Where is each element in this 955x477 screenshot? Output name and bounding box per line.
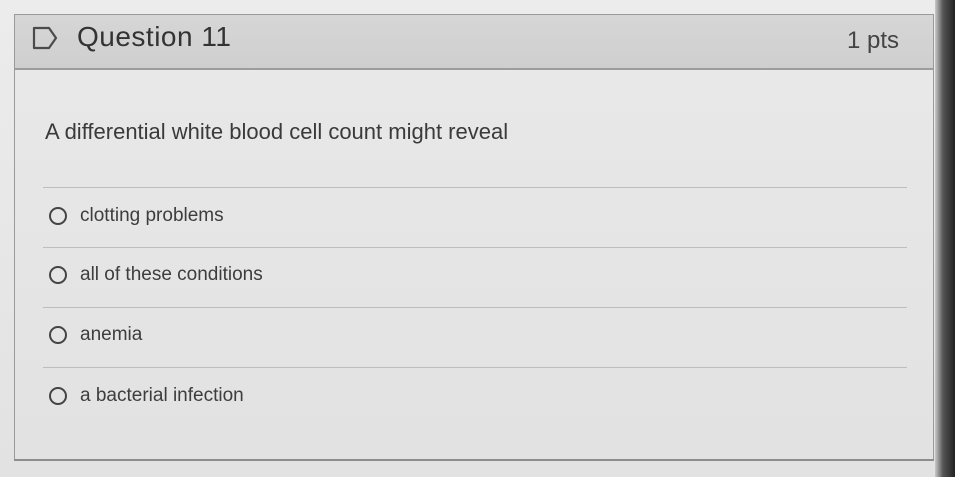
answer-option[interactable]: a bacterial infection — [49, 385, 244, 407]
monitor-edge — [935, 0, 955, 477]
flag-icon[interactable] — [31, 25, 59, 51]
radio-unselected-icon[interactable] — [49, 387, 67, 405]
answer-label: clotting problems — [80, 205, 224, 226]
answer-option[interactable]: anemia — [49, 324, 142, 346]
radio-unselected-icon[interactable] — [49, 207, 67, 225]
divider — [43, 247, 907, 248]
radio-unselected-icon[interactable] — [49, 266, 67, 284]
answer-label: all of these conditions — [80, 264, 263, 285]
question-card: Question 11 1 pts A differential white b… — [14, 14, 934, 460]
divider — [43, 367, 907, 368]
divider — [43, 187, 907, 188]
divider — [43, 307, 907, 308]
points-badge: 1 pts — [846, 27, 899, 54]
radio-unselected-icon[interactable] — [49, 326, 67, 344]
answer-label: a bacterial infection — [80, 385, 244, 406]
answer-option[interactable]: all of these conditions — [49, 264, 263, 286]
answer-option[interactable]: clotting problems — [49, 205, 224, 227]
question-prompt: A differential white blood cell count mi… — [45, 119, 509, 144]
question-title: Question 11 — [77, 21, 232, 52]
answer-label: anemia — [80, 324, 143, 345]
question-header: Question 11 1 pts — [15, 15, 933, 70]
card-bottom-border — [14, 459, 934, 461]
